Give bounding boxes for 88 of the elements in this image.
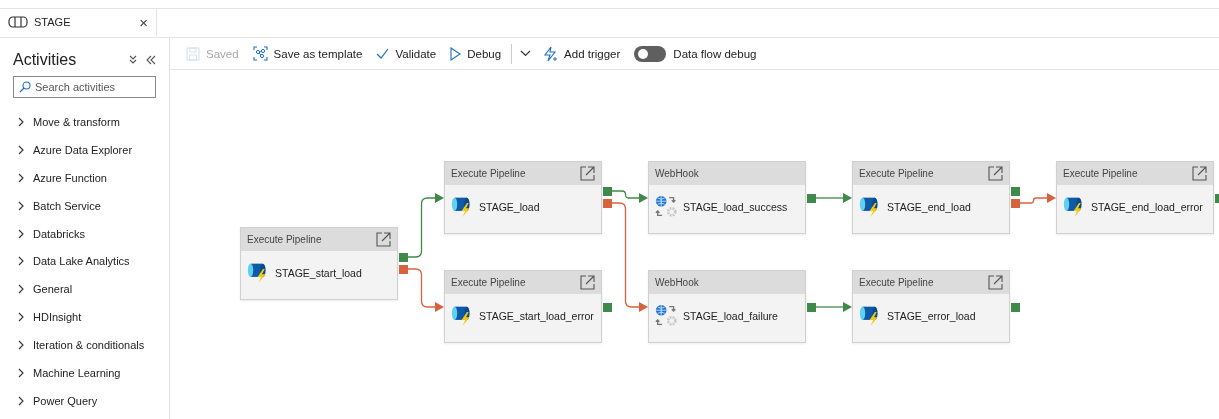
activity-node[interactable]: Execute Pipeline STAGE_error_load — [852, 270, 1010, 343]
activity-name: STAGE_error_load — [887, 309, 976, 322]
activity-name: STAGE_end_load — [887, 200, 971, 213]
output-port[interactable] — [1011, 303, 1020, 312]
chevron-icon — [17, 256, 25, 267]
chevron-icon — [17, 228, 25, 239]
output-port[interactable] — [1011, 199, 1020, 208]
activity-node[interactable]: Execute Pipeline STAGE_start_load_error — [444, 270, 602, 343]
connector-arrow — [1018, 193, 1056, 204]
activity-group[interactable]: Data Lake Analytics — [13, 247, 156, 276]
connector-arrow — [406, 193, 444, 258]
checkmark-icon — [376, 48, 390, 59]
activity-group[interactable]: Move & transform — [13, 108, 156, 136]
activity-name: STAGE_start_load — [275, 266, 362, 279]
open-external-icon[interactable] — [988, 166, 1003, 181]
activity-type: WebHook — [655, 168, 699, 179]
activity-group[interactable]: Machine Learning — [13, 359, 156, 387]
activity-group[interactable]: Power Query — [13, 386, 156, 415]
webhook-icon — [655, 304, 678, 327]
activity-type: Execute Pipeline — [451, 277, 526, 288]
lightning-icon — [543, 45, 559, 62]
activity-node[interactable]: WebHook STAGE_load_failure — [648, 270, 806, 343]
collapse-panel-icon[interactable] — [146, 55, 156, 65]
caret-icon — [520, 50, 532, 57]
activity-group[interactable]: HDInsight — [13, 303, 156, 332]
activity-type: Execute Pipeline — [451, 168, 526, 179]
chevron-icon — [17, 172, 25, 183]
activity-node[interactable]: Execute Pipeline STAGE_start_load — [240, 227, 398, 300]
open-external-icon[interactable] — [580, 275, 595, 290]
validate-button[interactable]: Validate — [370, 44, 443, 63]
output-port[interactable] — [807, 194, 816, 203]
output-port[interactable] — [603, 303, 612, 312]
open-external-icon[interactable] — [376, 232, 391, 247]
activity-group[interactable]: General — [13, 275, 156, 304]
activity-node[interactable]: Execute Pipeline STAGE_load — [444, 161, 602, 234]
toggle-label: Data flow debug — [673, 47, 757, 60]
activity-node[interactable]: Execute Pipeline STAGE_end_load_error — [1056, 161, 1214, 234]
activity-name: STAGE_load — [479, 200, 540, 213]
trigger-button[interactable]: Add trigger — [537, 42, 627, 65]
chevron-icon — [17, 395, 25, 406]
webhook-icon — [655, 195, 678, 218]
activity-node[interactable]: Execute Pipeline STAGE_end_load — [852, 161, 1010, 234]
open-external-icon[interactable] — [988, 275, 1003, 290]
open-external-icon[interactable] — [1192, 166, 1207, 181]
chevron-icon — [17, 340, 25, 351]
activity-name: STAGE_load_failure — [683, 309, 778, 322]
play-icon — [450, 46, 462, 61]
activity-group[interactable]: Azure Data Explorer — [13, 135, 156, 164]
template-button[interactable]: Save as template — [246, 43, 369, 64]
activity-type: Execute Pipeline — [859, 277, 934, 288]
panel-title: Activities — [13, 51, 78, 69]
output-port[interactable] — [399, 253, 408, 262]
chevron-icon — [17, 144, 25, 155]
toggle-switch[interactable] — [634, 45, 667, 62]
output-port[interactable] — [603, 199, 612, 208]
chevron-icon — [17, 116, 25, 127]
output-port[interactable] — [399, 265, 408, 274]
activity-group[interactable]: Iteration & conditionals — [13, 331, 156, 359]
connector-arrow — [814, 302, 852, 312]
output-port[interactable] — [603, 187, 612, 196]
chevron-icon — [17, 200, 25, 211]
save-icon — [186, 46, 200, 61]
activity-node[interactable]: WebHook STAGE_load_success — [648, 161, 806, 234]
connector-arrow — [406, 268, 444, 312]
output-port[interactable] — [807, 303, 816, 312]
search-icon — [19, 81, 31, 93]
chevron-icon — [17, 284, 25, 295]
output-port[interactable] — [1011, 187, 1020, 196]
activity-type: Execute Pipeline — [1063, 168, 1138, 179]
activity-name: STAGE_start_load_error — [479, 309, 594, 322]
open-external-icon[interactable] — [580, 166, 595, 181]
chevron-icon — [17, 312, 25, 323]
pipeline-icon — [8, 16, 28, 28]
activity-type: Execute Pipeline — [247, 234, 322, 245]
activity-group[interactable]: Databricks — [13, 219, 156, 248]
collapse-all-icon[interactable] — [128, 55, 138, 65]
close-button[interactable]: × — [139, 13, 148, 31]
activity-name: STAGE_end_load_error — [1091, 200, 1203, 213]
activity-type: Execute Pipeline — [859, 168, 934, 179]
connector-arrow — [814, 193, 852, 203]
debug-button[interactable]: Debug — [444, 43, 508, 64]
activity-group[interactable]: Azure Function — [13, 163, 156, 192]
activity-name: STAGE_load_success — [683, 200, 788, 213]
chevron-icon — [17, 367, 25, 378]
activity-type: WebHook — [655, 277, 699, 288]
template-icon — [252, 46, 268, 61]
activity-group[interactable]: Batch Service — [13, 191, 156, 220]
search-field[interactable]: Search activities — [13, 76, 156, 98]
